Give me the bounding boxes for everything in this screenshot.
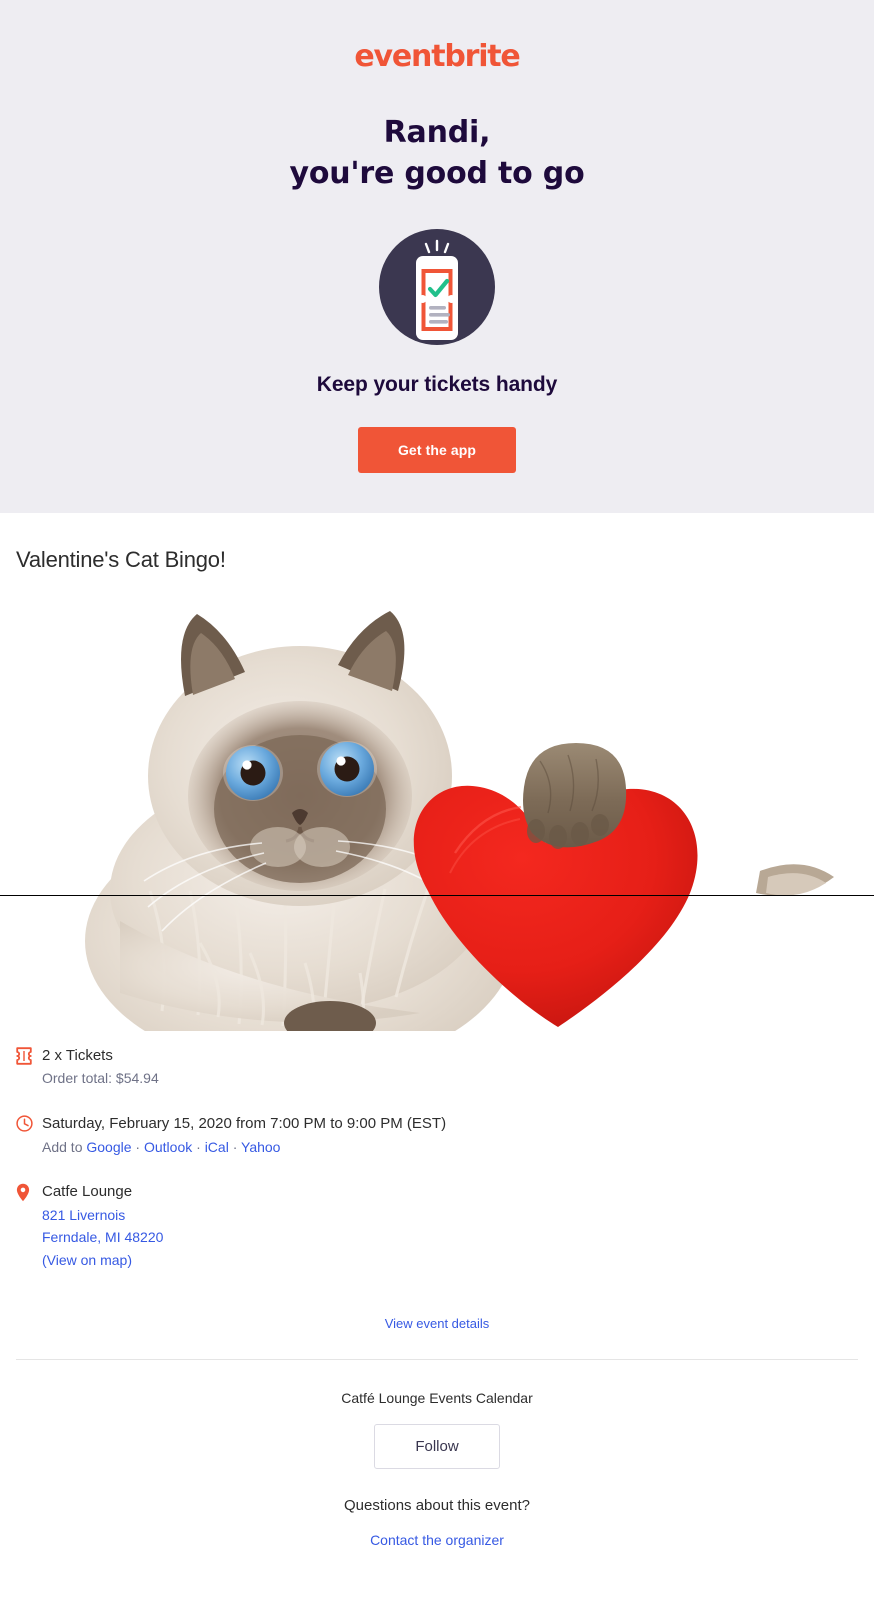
venue-name: Catfe Lounge [42,1183,133,1201]
event-details: 2 x Tickets Order total: $54.94 Saturday… [0,1031,874,1271]
ticket-quantity: 2 x Tickets [42,1046,113,1064]
clock-icon [16,1113,42,1132]
venue-city-state-zip[interactable]: Ferndale, MI 48220 [42,1226,858,1248]
view-on-map-link[interactable]: (View on map) [42,1249,858,1271]
view-event-details-link[interactable]: View event details [385,1316,490,1331]
venue-row: Catfe Lounge 821 Livernois Ferndale, MI … [16,1181,858,1271]
app-promo-hero: eventbrite Randi, you're good to go Keep… [0,0,874,513]
sep-1: · [131,1138,144,1155]
phone-ticket-check-icon [379,228,495,345]
add-to-calendar: Add to Google · Outlook · iCal · Yahoo [42,1136,858,1160]
get-the-app-button[interactable]: Get the app [357,426,517,473]
add-to-label: Add to [42,1138,87,1155]
add-to-ical-link[interactable]: iCal [205,1139,229,1155]
event-body: Valentine's Cat Bingo! 2 x Tickets Order… [0,512,874,1600]
view-details-container: View event details [0,1293,874,1359]
sep-2: · [192,1138,205,1155]
footer-spacer [0,1550,874,1600]
greeting-line-1: Randi, [383,115,491,150]
render-scanline [0,894,874,896]
greeting-line-2: you're good to go [289,156,585,192]
questions-label: Questions about this event? [344,1497,530,1515]
tickets-text: 2 x Tickets Order total: $54.94 [42,1045,858,1091]
event-when: Saturday, February 15, 2020 from 7:00 PM… [42,1115,447,1133]
eventbrite-logo: eventbrite [354,39,520,74]
venue-street[interactable]: 821 Livernois [42,1204,858,1226]
sep-3: · [228,1138,242,1155]
order-total: Order total: $54.94 [42,1070,159,1087]
hero-subheading: Keep your tickets handy [316,372,558,396]
ticket-icon [16,1045,42,1065]
organizer-section: Catfé Lounge Events Calendar Follow Ques… [0,1360,874,1550]
greeting-heading: Randi, you're good to go [0,112,874,195]
datetime-text: Saturday, February 15, 2020 from 7:00 PM… [42,1113,858,1159]
datetime-row: Saturday, February 15, 2020 from 7:00 PM… [16,1113,858,1159]
organizer-name: Catfé Lounge Events Calendar [341,1390,533,1407]
event-image [0,590,874,1031]
venue-text: Catfe Lounge 821 Livernois Ferndale, MI … [42,1181,858,1271]
add-to-google-link[interactable]: Google [86,1139,131,1155]
event-title: Valentine's Cat Bingo! [16,546,226,572]
cta-container: Get the app [0,426,874,473]
add-to-yahoo-link[interactable]: Yahoo [241,1139,280,1155]
map-pin-icon [16,1181,42,1202]
contact-organizer-link[interactable]: Contact the organizer [370,1532,504,1548]
follow-button[interactable]: Follow [374,1424,500,1470]
tickets-row: 2 x Tickets Order total: $54.94 [16,1045,858,1091]
add-to-outlook-link[interactable]: Outlook [144,1139,192,1155]
